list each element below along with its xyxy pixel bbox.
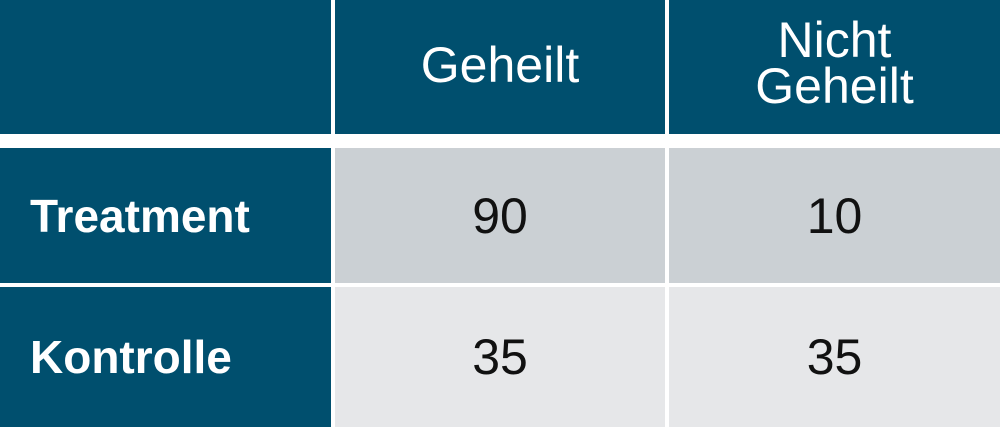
column-header-label-line1: Nicht bbox=[777, 12, 892, 68]
row-header-label: Treatment bbox=[30, 189, 250, 242]
table-cell: 90 bbox=[335, 148, 665, 283]
column-header-label: Geheilt bbox=[420, 37, 580, 93]
row-header-kontrolle: Kontrolle bbox=[0, 287, 331, 427]
table-cell: 10 bbox=[669, 148, 1000, 283]
table-cell: 35 bbox=[669, 287, 1000, 427]
cell-value: 10 bbox=[806, 187, 863, 244]
contingency-table: Geheilt Nicht Geheilt Treatment 90 10 Ko… bbox=[0, 0, 1000, 427]
row-header-label: Kontrolle bbox=[30, 331, 232, 383]
table-corner-cell bbox=[0, 0, 331, 134]
cell-value: 90 bbox=[472, 187, 528, 244]
column-header-nicht-geheilt: Nicht Geheilt bbox=[669, 0, 1000, 134]
column-header-geheilt: Geheilt bbox=[335, 0, 665, 134]
cell-value: 35 bbox=[806, 329, 863, 385]
row-header-treatment: Treatment bbox=[0, 148, 331, 283]
cell-value: 35 bbox=[472, 329, 528, 385]
table-cell: 35 bbox=[335, 287, 665, 427]
column-header-label-line2: Geheilt bbox=[755, 58, 914, 114]
